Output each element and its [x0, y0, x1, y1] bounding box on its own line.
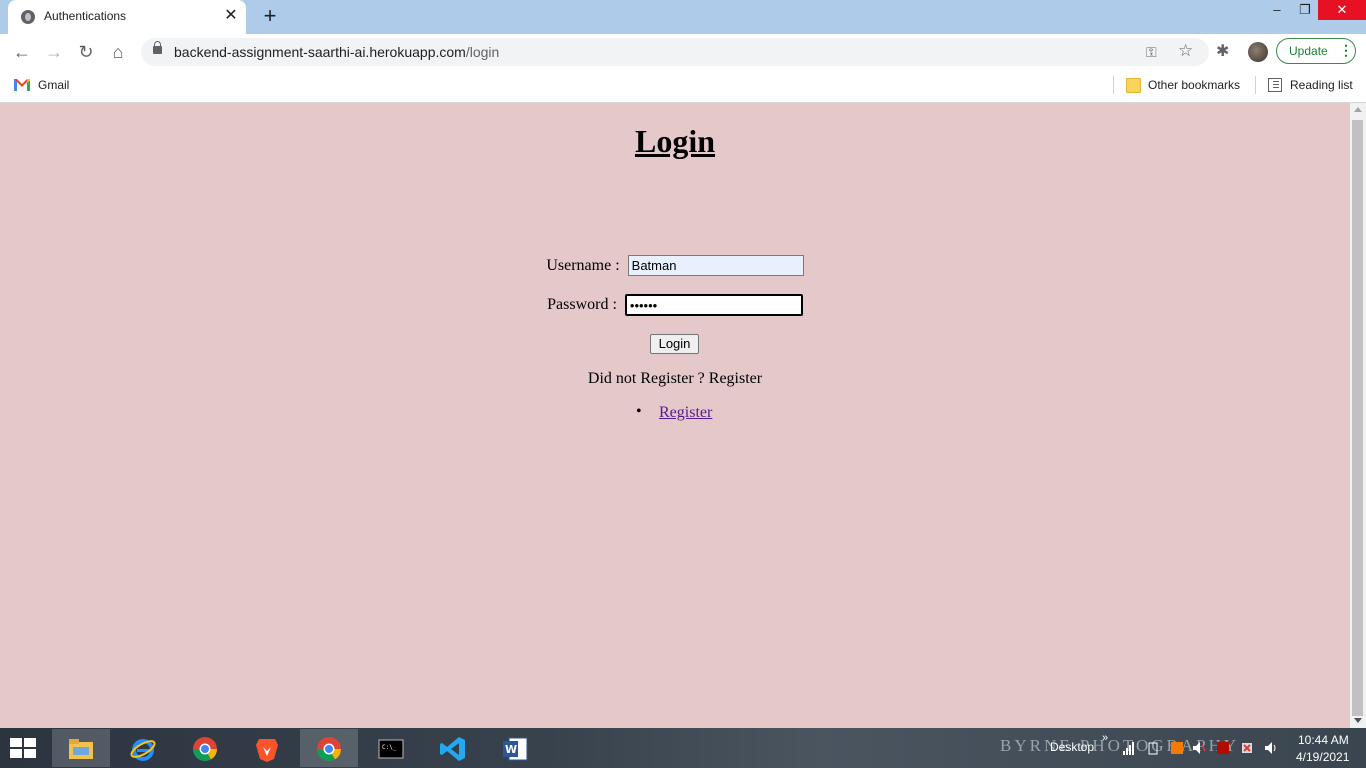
- flag-error-icon[interactable]: [1240, 741, 1254, 755]
- folder-icon: [1126, 78, 1141, 93]
- username-row: Username : Batman: [0, 255, 1350, 276]
- taskbar-word[interactable]: W: [486, 729, 544, 767]
- bookmarks-separator: [1255, 76, 1256, 94]
- globe-icon: [21, 10, 35, 24]
- bookmark-other[interactable]: Other bookmarks: [1148, 78, 1240, 92]
- desktop-toolbar-label[interactable]: Desktop: [1050, 740, 1094, 754]
- username-input[interactable]: Batman: [627, 255, 804, 276]
- acrobat-icon[interactable]: [1216, 741, 1230, 755]
- register-prompt: Did not Register ? Register: [587, 370, 763, 387]
- brave-lion-icon: [256, 739, 278, 762]
- svg-text:W: W: [505, 743, 517, 756]
- file-explorer-icon: [69, 739, 93, 759]
- vscode-icon: [440, 737, 465, 761]
- close-window-button[interactable]: ✕: [1318, 0, 1366, 20]
- chrome-icon: [317, 737, 341, 762]
- list-bullet: •: [636, 403, 642, 420]
- speaker-muted-icon[interactable]: [1192, 741, 1206, 755]
- bookmarks-separator: [1113, 76, 1114, 94]
- browser-tab[interactable]: Authentications ✕: [8, 0, 246, 34]
- scroll-down-arrow-icon[interactable]: [1354, 718, 1362, 723]
- menu-dots-icon: ⋮: [1339, 42, 1353, 58]
- login-button[interactable]: Login: [650, 334, 699, 354]
- command-prompt-icon: C:\_: [378, 739, 404, 759]
- windows-start-icon[interactable]: [10, 738, 38, 760]
- home-icon[interactable]: ⌂: [104, 38, 132, 66]
- username-label: Username :: [546, 256, 620, 274]
- network-signal-icon[interactable]: [1122, 741, 1136, 755]
- java-icon[interactable]: [1170, 741, 1184, 755]
- taskbar-chrome[interactable]: [176, 729, 234, 767]
- bookmark-reading-list[interactable]: Reading list: [1290, 78, 1353, 92]
- new-tab-button[interactable]: +: [258, 4, 282, 28]
- chrome-icon: [193, 737, 217, 762]
- reload-icon[interactable]: ↻: [72, 38, 100, 66]
- tab-strip: Authentications ✕ + – ❐ ✕: [0, 0, 1366, 34]
- device-icon[interactable]: [1146, 741, 1160, 755]
- chevron-icon[interactable]: »: [1102, 732, 1108, 744]
- page-content: Login Username : Batman Password : •••••…: [0, 103, 1350, 728]
- url-text[interactable]: backend-assignment-saarthi-ai.herokuapp.…: [174, 44, 499, 60]
- windows-taskbar: C:\_ W BYRNE PHOTOGRAPHY Desktop » 10:44…: [0, 728, 1366, 768]
- key-icon[interactable]: ⚿: [1146, 44, 1157, 61]
- tab-title: Authentications: [44, 9, 127, 23]
- extensions-puzzle-icon[interactable]: ✱: [1216, 41, 1229, 61]
- taskbar-command-prompt[interactable]: C:\_: [362, 729, 420, 767]
- page-title: Login: [634, 123, 716, 159]
- clock-date[interactable]: 4/19/2021: [1296, 750, 1349, 764]
- update-button[interactable]: Update ⋮: [1276, 38, 1356, 64]
- password-input[interactable]: ••••••: [624, 294, 803, 316]
- scroll-thumb[interactable]: [1352, 120, 1363, 716]
- password-row: Password : ••••••: [0, 294, 1350, 316]
- scroll-up-arrow-icon[interactable]: [1354, 107, 1362, 112]
- word-icon: W: [503, 737, 528, 761]
- update-label: Update: [1289, 44, 1328, 58]
- lock-icon: [153, 41, 162, 54]
- taskbar-internet-explorer[interactable]: [114, 729, 172, 767]
- close-tab-icon[interactable]: ✕: [222, 7, 240, 25]
- taskbar-vscode[interactable]: [424, 729, 482, 767]
- url-host: backend-assignment-saarthi-ai.herokuapp.…: [174, 44, 466, 60]
- vertical-scrollbar[interactable]: [1350, 103, 1366, 728]
- taskbar-brave[interactable]: [238, 729, 296, 767]
- bookmark-gmail[interactable]: Gmail: [38, 78, 69, 92]
- forward-arrow-icon[interactable]: →: [40, 38, 68, 66]
- clock-time[interactable]: 10:44 AM: [1298, 733, 1349, 747]
- svg-text:C:\_: C:\_: [382, 744, 397, 751]
- address-bar[interactable]: backend-assignment-saarthi-ai.herokuapp.…: [141, 38, 1209, 66]
- back-arrow-icon[interactable]: ←: [8, 38, 36, 66]
- taskbar-chrome-active[interactable]: [300, 729, 358, 767]
- reading-list-icon: [1268, 78, 1282, 92]
- password-label: Password :: [547, 296, 617, 313]
- taskbar-file-explorer[interactable]: [52, 729, 110, 767]
- gmail-icon: [14, 79, 30, 91]
- register-link[interactable]: Register: [659, 404, 712, 422]
- star-icon[interactable]: ☆: [1178, 41, 1193, 61]
- volume-icon[interactable]: [1264, 741, 1278, 755]
- bookmarks-bar: Gmail Other bookmarks Reading list: [0, 70, 1366, 103]
- internet-explorer-icon: [130, 739, 156, 761]
- profile-avatar[interactable]: [1248, 42, 1268, 62]
- url-path: /login: [465, 44, 500, 60]
